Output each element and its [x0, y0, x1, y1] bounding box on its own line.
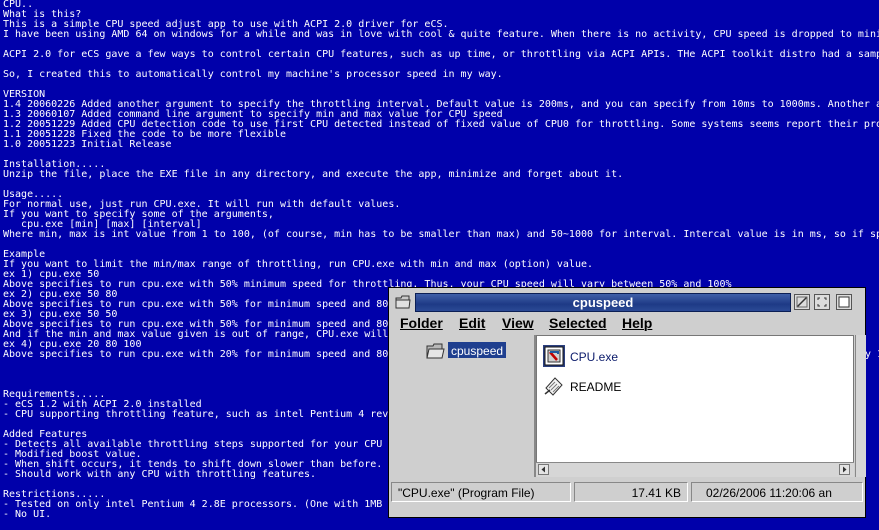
console-line: Above specifies to run cpu.exe with 20% … [3, 349, 389, 360]
console-line: ACPI 2.0 for eCS gave a few ways to cont… [3, 49, 879, 60]
title-area[interactable]: cpuspeed [415, 293, 791, 312]
status-file-size: 17.41 KB [631, 486, 681, 500]
scroll-right-icon[interactable] [839, 464, 850, 475]
file-list-pane: CPU.exe README [536, 335, 854, 477]
status-file-date: 02/26/2006 11:20:06 an [706, 486, 832, 500]
file-item-cpu-exe[interactable]: CPU.exe [568, 348, 621, 364]
menu-edit[interactable]: Edit [459, 315, 485, 331]
window-title: cpuspeed [572, 295, 634, 310]
menu-selected[interactable]: Selected [549, 315, 607, 331]
file-item-label: README [570, 380, 622, 394]
maximize-window-button[interactable] [836, 294, 852, 310]
console-line: 1.0 20051223 Initial Release [3, 139, 172, 150]
folder-system-menu-icon[interactable] [394, 293, 412, 311]
console-line: Where min, max is int value from 1 to 10… [3, 229, 879, 240]
menu-help[interactable]: Help [622, 315, 652, 331]
folder-window[interactable]: cpuspeed Folder Edit View Selected Help … [388, 287, 866, 518]
vertical-scrollbar[interactable] [855, 335, 866, 477]
status-date-panel: 02/26/2006 11:20:06 an [691, 482, 863, 502]
console-line: Unzip the file, place the EXE file in an… [3, 169, 624, 180]
cpu-exe-icon[interactable] [542, 344, 566, 368]
status-file-type: "CPU.exe" (Program File) [398, 486, 535, 500]
console-line-fragment: y 10 [865, 349, 879, 360]
console-line: So, I created this to automatically cont… [3, 69, 503, 80]
file-item-readme[interactable]: README [568, 378, 623, 394]
hide-window-button[interactable] [794, 294, 810, 310]
menu-bar: Folder Edit View Selected Help [391, 313, 863, 334]
title-bar[interactable]: cpuspeed [391, 290, 863, 314]
console-line: I have been using AMD 64 on windows for … [3, 29, 879, 40]
tree-item-cpuspeed[interactable]: cpuspeed [448, 342, 507, 358]
status-size-panel: 17.41 KB [574, 482, 688, 502]
tree-item-label: cpuspeed [451, 344, 504, 358]
status-bar: "CPU.exe" (Program File) 17.41 KB 02/26/… [391, 482, 863, 504]
file-item-label: CPU.exe [570, 350, 619, 364]
tree-pane: cpuspeed [395, 335, 531, 477]
menu-folder[interactable]: Folder [400, 315, 443, 331]
readme-doc-icon[interactable] [542, 374, 566, 398]
console-line: - CPU supporting throttling feature, suc… [3, 409, 389, 420]
menu-view[interactable]: View [502, 315, 534, 331]
status-type-panel: "CPU.exe" (Program File) [391, 482, 571, 502]
horizontal-scrollbar[interactable] [536, 462, 854, 477]
scroll-left-icon[interactable] [538, 464, 549, 475]
restore-window-button[interactable] [814, 294, 830, 310]
folder-icon [426, 343, 445, 359]
console-line: - No UI. [3, 509, 52, 520]
console-line: - Should work with any CPU with throttli… [3, 469, 317, 480]
